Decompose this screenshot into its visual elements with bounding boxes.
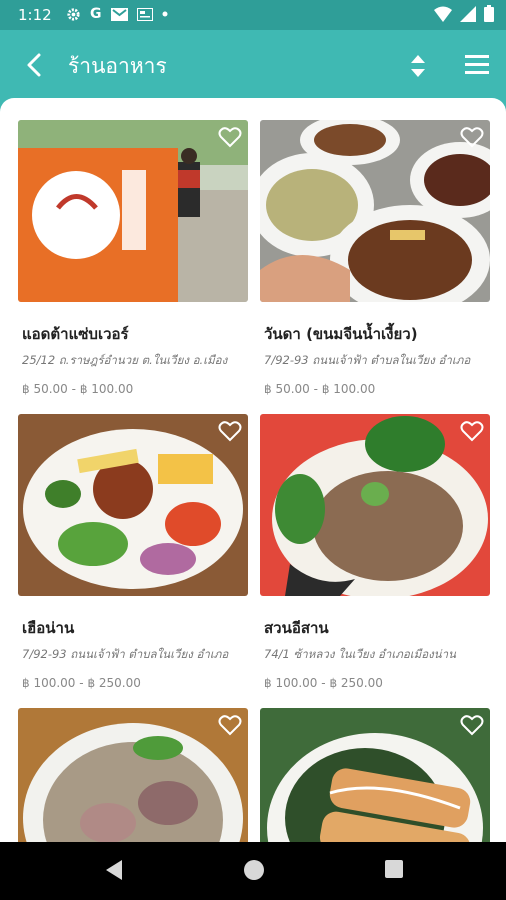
nav-home-icon[interactable] — [243, 859, 265, 881]
page-title: ร้านอาหาร — [68, 54, 167, 78]
restaurant-price: ฿ 100.00 - ฿ 250.00 — [264, 676, 383, 690]
status-bar: 1:12 G — [0, 0, 506, 30]
restaurant-name: สวนอีสาน — [264, 619, 329, 637]
restaurant-price: ฿ 50.00 - ฿ 100.00 — [264, 382, 376, 396]
restaurant-list: แอดต้าแซ่บเวอร์ 25/12 ถ.ราษฎร์อำนวย ต.ใน… — [0, 98, 506, 842]
wifi-icon — [434, 6, 452, 22]
heart-outline-icon[interactable] — [460, 714, 484, 736]
restaurant-price: ฿ 100.00 - ฿ 250.00 — [22, 676, 141, 690]
restaurant-address: 7/92-93 ถนนเจ้าฟ้า ตำบลในเวียง อำเภอ — [264, 353, 471, 367]
app-bar: ร้านอาหาร — [0, 30, 506, 100]
nav-back-icon[interactable] — [104, 859, 124, 881]
restaurant-address: 74/1 ซ้าหลวง ในเวียง อำเภอเมืองน่าน — [264, 647, 456, 661]
heart-outline-icon[interactable] — [218, 420, 242, 442]
hamburger-menu-icon[interactable] — [463, 52, 491, 76]
gear-icon — [67, 7, 80, 21]
news-icon — [136, 7, 153, 21]
google-icon: G — [90, 6, 102, 22]
restaurant-photo — [260, 708, 490, 842]
status-time: 1:12 — [18, 6, 52, 24]
restaurant-photo — [260, 120, 490, 302]
heart-outline-icon[interactable] — [218, 714, 242, 736]
restaurant-photo — [18, 414, 248, 596]
dot-icon — [162, 11, 167, 17]
restaurant-price: ฿ 50.00 - ฿ 100.00 — [22, 382, 134, 396]
heart-outline-icon[interactable] — [218, 126, 242, 148]
sort-icon[interactable] — [406, 52, 430, 80]
restaurant-address: 25/12 ถ.ราษฎร์อำนวย ต.ในเวียง อ.เมือง — [22, 353, 228, 367]
system-nav-bar — [0, 842, 506, 900]
restaurant-photo — [18, 120, 248, 302]
restaurant-address: 7/92-93 ถนนเจ้าฟ้า ตำบลในเวียง อำเภอ — [22, 647, 229, 661]
nav-recents-icon[interactable] — [384, 859, 404, 879]
signal-icon — [460, 5, 476, 22]
restaurant-photo — [18, 708, 248, 842]
restaurant-name: เฮือน่าน — [22, 619, 75, 637]
heart-outline-icon[interactable] — [460, 126, 484, 148]
gmail-icon — [110, 7, 128, 21]
back-arrow-icon[interactable] — [20, 50, 50, 80]
restaurant-name: วันดา (ขนมจีนน้ำเงี้ยว) — [264, 325, 418, 343]
heart-outline-icon[interactable] — [460, 420, 484, 442]
restaurant-name: แอดต้าแซ่บเวอร์ — [22, 325, 129, 343]
restaurant-photo — [260, 414, 490, 596]
battery-icon — [484, 5, 494, 22]
